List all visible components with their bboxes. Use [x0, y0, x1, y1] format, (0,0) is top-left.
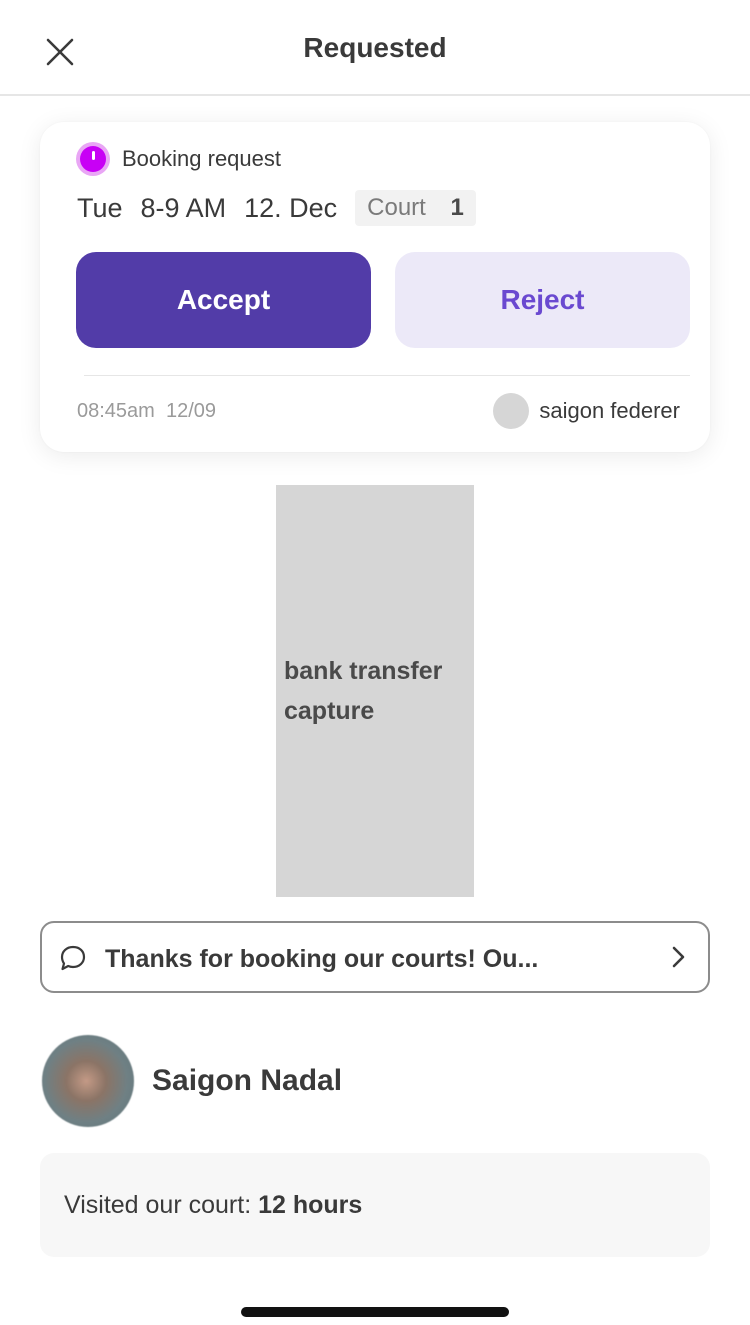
- page-title: Requested: [303, 32, 447, 63]
- request-time: 08:45am: [77, 400, 155, 422]
- requester-name: saigon federer: [539, 398, 680, 423]
- visited-label: Visited our court:: [64, 1191, 252, 1219]
- request-date: 12/09: [165, 400, 217, 422]
- booking-time: 8-9 AM: [140, 192, 227, 223]
- profile-avatar[interactable]: [42, 1035, 134, 1127]
- pending-status-icon: [76, 142, 110, 176]
- requester-avatar: [493, 393, 530, 429]
- court-number: 1: [450, 194, 464, 221]
- booking-card: Booking request Tue 8-9 AM 12. Dec Court…: [40, 122, 710, 452]
- visited-value: 12 hours: [258, 1191, 363, 1219]
- booking-day: Tue: [77, 192, 123, 223]
- profile-name: Saigon Nadal: [152, 1064, 343, 1097]
- reject-button[interactable]: Reject: [395, 252, 690, 348]
- bank-transfer-image[interactable]: bank transfer capture: [276, 485, 474, 897]
- message-row[interactable]: Thanks for booking our courts! Ou...: [40, 921, 710, 993]
- divider: [84, 375, 690, 376]
- requester[interactable]: saigon federer: [493, 393, 680, 429]
- booking-status-label: Booking request: [122, 146, 281, 171]
- chat-bubble-icon: [60, 945, 86, 971]
- accept-button[interactable]: Accept: [76, 252, 371, 348]
- visited-summary: Visited our court: 12 hours: [40, 1153, 710, 1257]
- booking-datetime: Tue 8-9 AM 12. Dec Court 1: [77, 190, 476, 226]
- home-indicator: [241, 1307, 509, 1317]
- bank-transfer-label: bank transfer capture: [284, 657, 443, 725]
- visited-text: Visited our court: 12 hours: [64, 1191, 362, 1220]
- chevron-right-icon: [672, 946, 685, 968]
- message-preview: Thanks for booking our courts! Ou...: [105, 945, 539, 973]
- court-label: Court: [367, 194, 426, 221]
- header: Requested: [0, 0, 750, 96]
- court-badge: Court 1: [355, 190, 476, 226]
- request-timestamp: 08:45am 12/09: [77, 400, 216, 423]
- booking-date: 12. Dec: [244, 192, 338, 223]
